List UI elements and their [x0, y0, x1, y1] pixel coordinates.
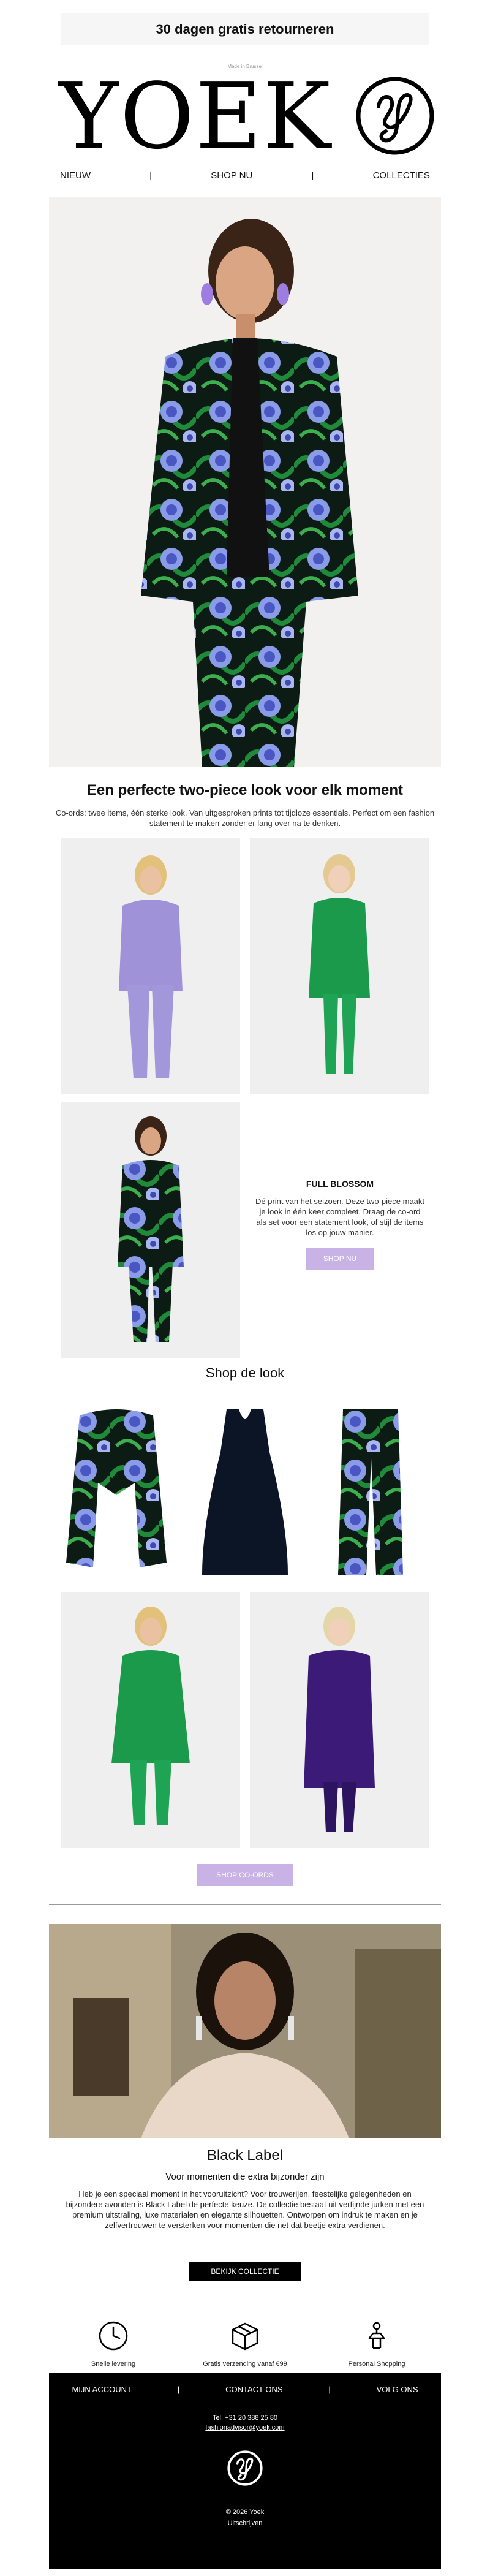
purple-set-illustration — [250, 1592, 429, 1848]
usp-label: Snelle levering — [91, 2360, 136, 2368]
nav-separator: | — [311, 170, 314, 181]
product-trousers-image[interactable] — [331, 1403, 410, 1581]
green-set-image[interactable] — [250, 838, 429, 1094]
shop-now-button[interactable]: SHOP NU — [306, 1248, 374, 1270]
green-tunic-illustration — [61, 1592, 240, 1848]
usp-free-shipping: Gratis verzending vanaf €99 — [184, 2320, 306, 2368]
shop-the-look-title: Shop de look — [205, 1365, 285, 1381]
full-blossom-title: FULL BLOSSOM — [306, 1179, 374, 1189]
clock-icon — [99, 2321, 128, 2351]
black-label-title: Black Label — [206, 2147, 284, 2164]
footer-link-contact[interactable]: CONTACT ONS — [225, 2385, 282, 2394]
green-set-illustration — [250, 838, 429, 1094]
footer-unsubscribe[interactable]: Uitschrijven — [49, 2520, 441, 2527]
email-page: 30 dagen gratis retourneren Made in Brus… — [0, 0, 490, 2576]
package-icon — [232, 2322, 258, 2351]
section-intro-text: Co-ords: twee items, één sterke look. Va… — [55, 808, 435, 828]
dress-illustration — [202, 1409, 288, 1575]
footer-email[interactable]: fashionadvisor@yoek.com — [49, 2424, 441, 2431]
footer-link-social[interactable]: VOLG ONS — [377, 2385, 418, 2394]
hero-image[interactable] — [49, 197, 441, 767]
full-blossom-image[interactable] — [61, 1102, 240, 1358]
hero-model-illustration — [141, 219, 358, 767]
footer: MIJN ACCOUNT | CONTACT ONS | VOLG ONS Te… — [49, 2373, 441, 2569]
section-headline: Een perfecte two-piece look voor elk mom… — [86, 782, 404, 798]
black-label-illustration — [49, 1924, 441, 2138]
brand-logo-wordmark[interactable]: YOEK — [59, 67, 332, 165]
full-blossom-text: Dé print van het seizoen. Deze two-piece… — [255, 1197, 425, 1237]
usp-fast-delivery: Snelle levering — [67, 2320, 159, 2368]
black-label-text: Heb je een speciaal moment in het voorui… — [66, 2189, 424, 2230]
shop-coords-button[interactable]: SHOP CO-ORDS — [197, 1864, 293, 1886]
product-blazer-image[interactable] — [61, 1403, 172, 1581]
usp-label: Gratis verzending vanaf €99 — [203, 2360, 287, 2368]
footer-separator: | — [177, 2385, 180, 2394]
banner-text: 30 dagen gratis retourneren — [156, 21, 334, 37]
trousers-illustration — [338, 1409, 403, 1575]
view-collection-button[interactable]: BEKIJK COLLECTIE — [189, 2262, 301, 2281]
footer-separator: | — [328, 2385, 331, 2394]
free-returns-banner[interactable]: 30 dagen gratis retourneren — [61, 13, 429, 45]
purple-set-image[interactable] — [250, 1592, 429, 1848]
nav-item-shop[interactable]: SHOP NU — [211, 170, 252, 181]
nav-item-collections[interactable]: COLLECTIES — [373, 170, 430, 181]
blazer-illustration — [66, 1409, 167, 1567]
product-dress-image[interactable] — [196, 1403, 294, 1581]
lilac-suit-image[interactable] — [61, 838, 240, 1094]
footer-copyright: © 2026 Yoek — [225, 2509, 265, 2516]
footer-logo-icon[interactable] — [227, 2450, 263, 2487]
brand-logo-icon[interactable] — [355, 76, 435, 156]
usp-label: Personal Shopping — [348, 2360, 405, 2368]
green-tunic-image[interactable] — [61, 1592, 240, 1848]
black-label-image[interactable] — [49, 1924, 441, 2138]
footer-phone[interactable]: Tel. +31 20 388 25 80 — [49, 2414, 441, 2422]
black-label-subtitle: Voor momenten die extra bijzonder zijn — [165, 2172, 325, 2182]
nav-separator: | — [149, 170, 153, 181]
usp-personal-shopping: Personal Shopping — [331, 2320, 423, 2368]
lilac-suit-illustration — [61, 838, 240, 1094]
footer-nav: MIJN ACCOUNT | CONTACT ONS | VOLG ONS — [49, 2385, 441, 2394]
full-blossom-illustration — [61, 1102, 240, 1358]
footer-link-account[interactable]: MIJN ACCOUNT — [72, 2385, 132, 2394]
section-divider — [49, 1904, 441, 1905]
main-nav: NIEUW | SHOP NU | COLLECTIES — [60, 170, 430, 181]
hanger-icon — [368, 2322, 385, 2349]
nav-item-new[interactable]: NIEUW — [60, 170, 91, 181]
